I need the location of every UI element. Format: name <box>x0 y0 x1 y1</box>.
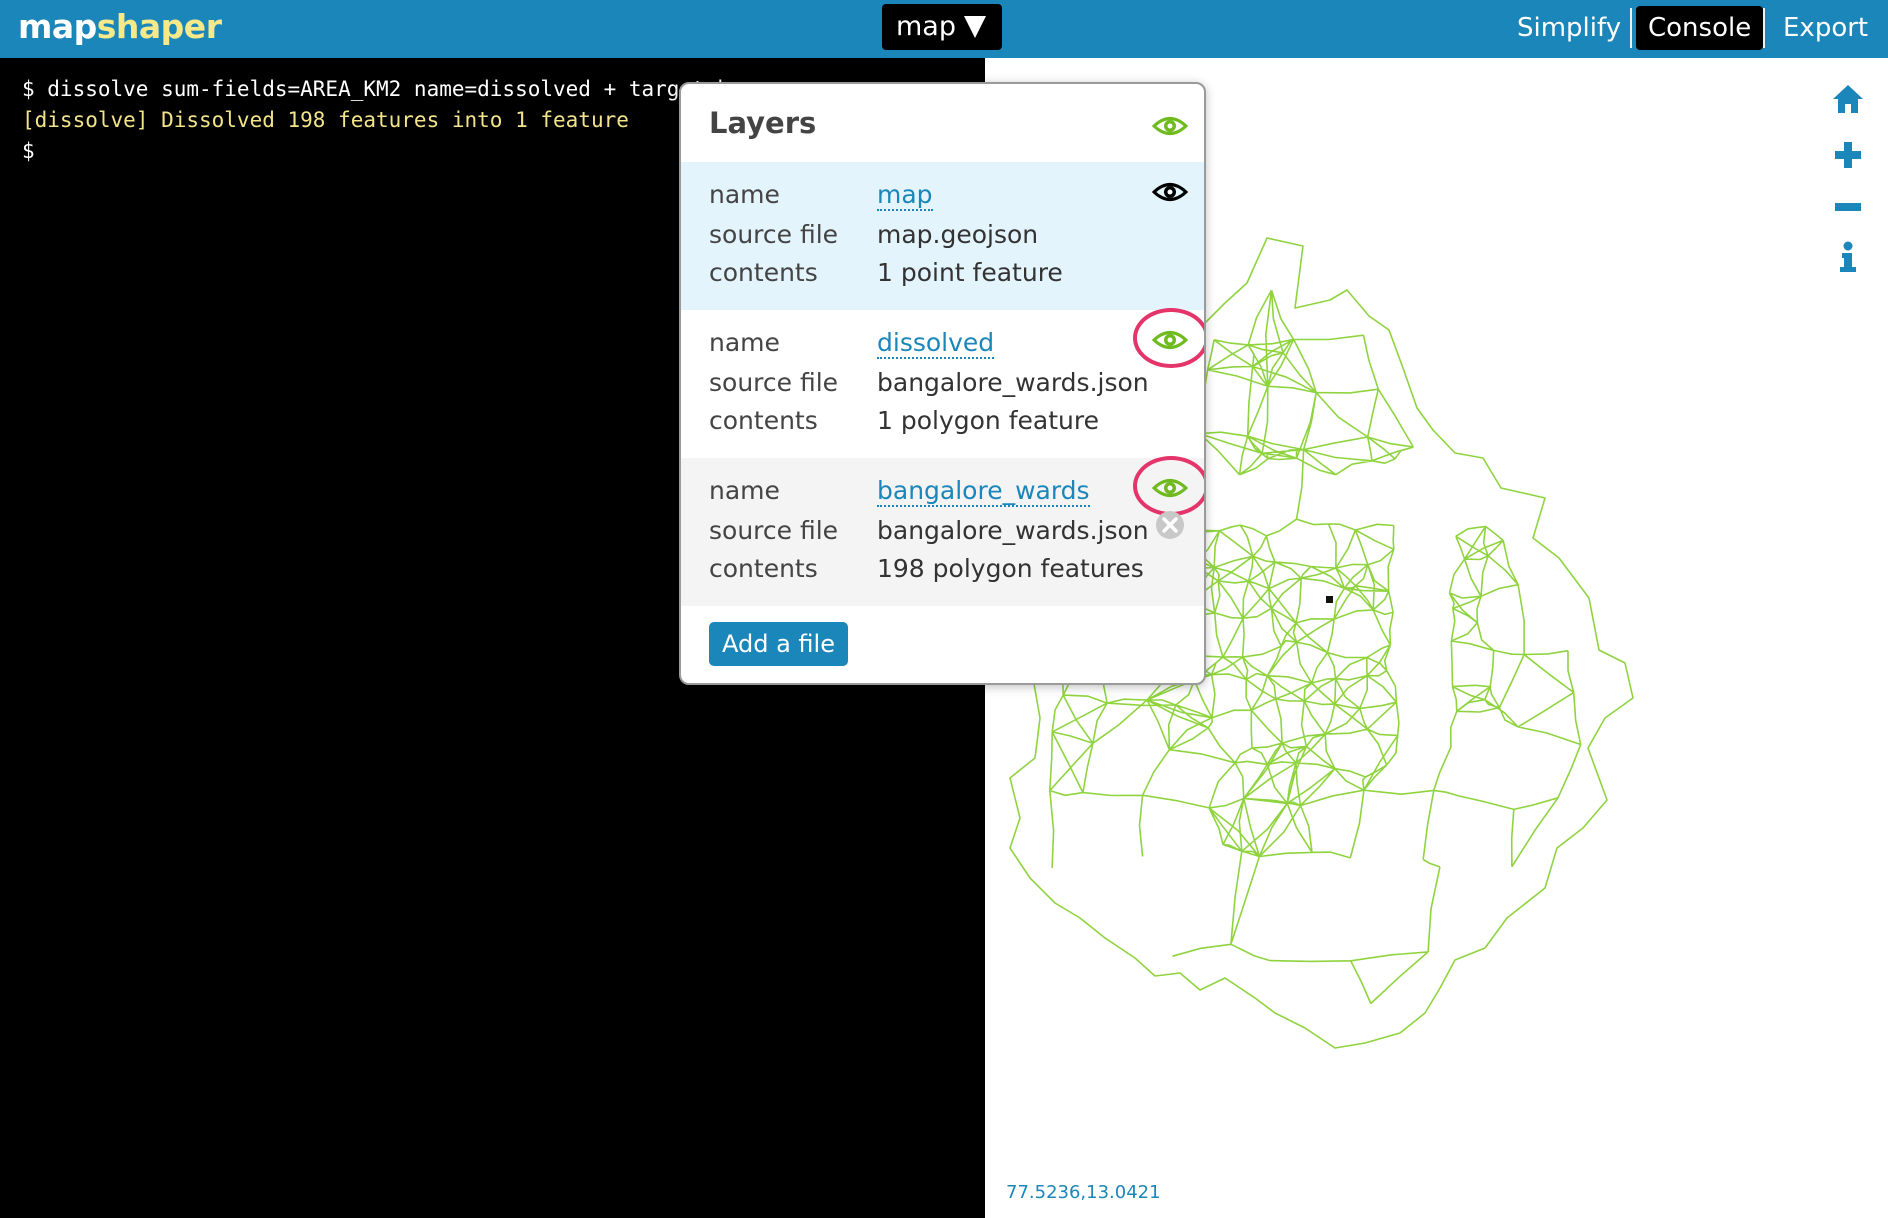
layer-name-link[interactable]: map <box>877 180 933 211</box>
layer-source: bangalore_wards.json <box>877 368 1149 397</box>
top-bar: mapshaper map Simplify Console Export <box>0 0 1888 58</box>
layers-panel: Layers name map source file map.geojson … <box>679 82 1206 685</box>
coordinate-readout: 77.5236,13.0421 <box>1006 1182 1161 1203</box>
app-logo: mapshaper <box>18 6 222 48</box>
home-icon[interactable] <box>1831 82 1865 116</box>
layer-source: bangalore_wards.json <box>877 516 1149 545</box>
layer-row-dissolved[interactable]: name dissolved source file bangalore_war… <box>681 308 1204 458</box>
contents-label: contents <box>709 554 818 583</box>
eye-icon[interactable] <box>1152 328 1188 352</box>
layer-contents: 1 point feature <box>877 258 1063 287</box>
export-button[interactable]: Export <box>1771 6 1880 50</box>
add-file-button[interactable]: Add a file <box>709 622 848 666</box>
layer-row-map[interactable]: name map source file map.geojson content… <box>681 162 1204 310</box>
layer-name[interactable]: dissolved <box>877 328 995 359</box>
eye-icon[interactable] <box>1152 180 1188 204</box>
zoom-in-icon[interactable] <box>1831 138 1865 172</box>
layer-source: map.geojson <box>877 220 1039 249</box>
layer-contents: 1 polygon feature <box>877 406 1099 435</box>
console-button[interactable]: Console <box>1636 6 1764 50</box>
layer-name-link[interactable]: dissolved <box>877 328 995 359</box>
info-icon[interactable] <box>1831 240 1865 274</box>
eye-icon[interactable] <box>1152 114 1188 138</box>
source-label: source file <box>709 220 839 249</box>
name-label: name <box>709 328 780 357</box>
contents-label: contents <box>709 406 818 435</box>
layer-name[interactable]: bangalore_wards <box>877 476 1090 507</box>
nav-divider <box>1763 8 1765 48</box>
logo-part-map: map <box>18 7 97 46</box>
layer-menu-button[interactable]: map <box>882 4 1002 50</box>
source-label: source file <box>709 516 839 545</box>
layer-menu-label: map <box>896 11 956 42</box>
layer-name[interactable]: map <box>877 180 933 211</box>
layer-row-bangalore-wards[interactable]: name bangalore_wards source file bangalo… <box>681 456 1204 606</box>
layer-name-link[interactable]: bangalore_wards <box>877 476 1090 507</box>
simplify-button[interactable]: Simplify <box>1505 6 1633 50</box>
name-label: name <box>709 180 780 209</box>
source-label: source file <box>709 368 839 397</box>
zoom-out-icon[interactable] <box>1831 190 1865 224</box>
eye-icon[interactable] <box>1152 476 1188 500</box>
name-label: name <box>709 476 780 505</box>
contents-label: contents <box>709 258 818 287</box>
layers-title: Layers <box>709 106 817 140</box>
delete-layer-icon[interactable] <box>1155 510 1185 540</box>
caret-down-icon <box>964 16 986 38</box>
point-feature-marker <box>1326 596 1333 603</box>
logo-part-shaper: shaper <box>96 7 222 46</box>
layer-contents: 198 polygon features <box>877 554 1144 583</box>
nav-divider <box>1630 8 1632 48</box>
